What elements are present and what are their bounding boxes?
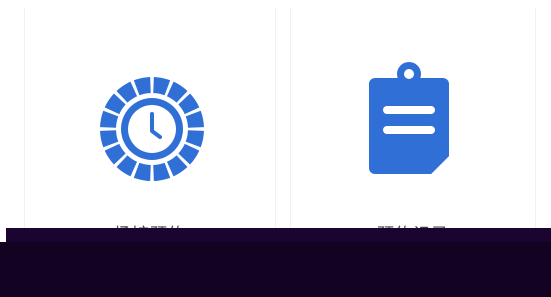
clock-ray bbox=[153, 162, 171, 181]
clock-ray bbox=[153, 77, 171, 96]
venue-booking-card[interactable]: 场馆预约 bbox=[24, 8, 276, 245]
clock-ray bbox=[100, 130, 119, 148]
clock-icon bbox=[100, 77, 204, 181]
overlay-band-top bbox=[6, 228, 551, 242]
clock-ray bbox=[100, 110, 119, 128]
clock-ray bbox=[133, 77, 151, 96]
clipboard-icon bbox=[369, 62, 449, 174]
clock-ray bbox=[133, 162, 151, 181]
clock-ray bbox=[185, 130, 204, 148]
booking-records-card[interactable]: 预约记录 bbox=[290, 8, 536, 245]
overlay-band-bottom bbox=[0, 242, 551, 297]
clock-ray bbox=[185, 110, 204, 128]
